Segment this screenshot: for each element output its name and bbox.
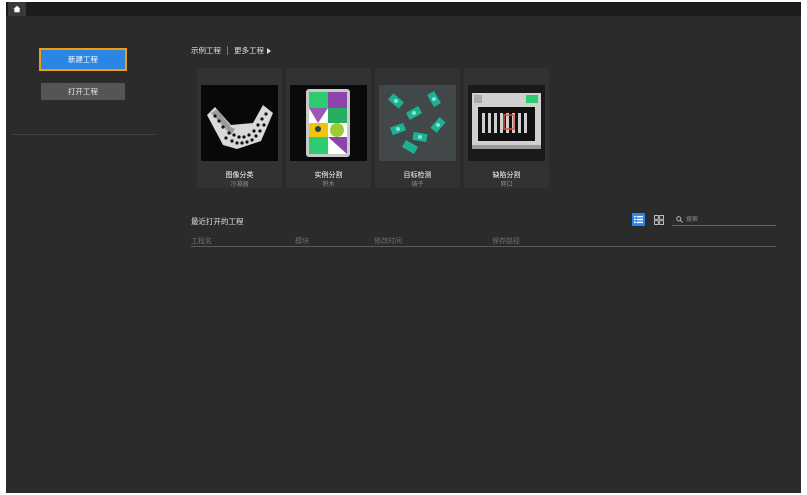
tab-bar bbox=[6, 2, 801, 16]
example-card-object-detection[interactable]: 目标检测 铸子 bbox=[375, 68, 460, 188]
column-save-path[interactable]: 保存路径 bbox=[492, 236, 520, 246]
caret-right-icon bbox=[267, 47, 271, 54]
example-card-subtitle: 铸子 bbox=[411, 181, 424, 188]
classification-thumbnail bbox=[201, 85, 278, 161]
new-project-button[interactable]: 新建工程 bbox=[39, 48, 127, 71]
search-input[interactable] bbox=[686, 216, 774, 223]
app-window: 新建工程 打开工程 示例工程 更多工程 图像分类 冷凝器 实例分割 积木 目标检… bbox=[6, 2, 801, 493]
example-card-subtitle: 网口 bbox=[500, 181, 513, 188]
defect-segmentation-thumbnail bbox=[468, 85, 545, 161]
section-tabs: 示例工程 更多工程 bbox=[191, 45, 271, 56]
home-icon bbox=[13, 5, 21, 13]
instance-segmentation-thumbnail bbox=[290, 85, 367, 161]
column-project-name[interactable]: 工程名 bbox=[191, 236, 212, 246]
open-project-button[interactable]: 打开工程 bbox=[41, 83, 125, 100]
search-box[interactable] bbox=[672, 214, 776, 226]
search-icon bbox=[676, 216, 683, 223]
example-cards: 图像分类 冷凝器 实例分割 积木 目标检测 铸子 缺陷分割 网口 bbox=[197, 68, 549, 188]
recent-projects-title: 最近打开的工程 bbox=[191, 217, 244, 226]
tab-example-projects[interactable]: 示例工程 bbox=[191, 45, 221, 56]
column-modified-time[interactable]: 修改时间 bbox=[374, 236, 402, 246]
column-module[interactable]: 模块 bbox=[295, 236, 309, 246]
tab-separator bbox=[227, 46, 228, 55]
example-card-classification[interactable]: 图像分类 冷凝器 bbox=[197, 68, 282, 188]
home-tab[interactable] bbox=[8, 2, 26, 16]
grid-view-button[interactable] bbox=[652, 213, 665, 226]
recent-projects-table-header: 工程名 模块 修改时间 保存路径 bbox=[191, 236, 776, 247]
sidebar: 新建工程 打开工程 bbox=[6, 16, 156, 493]
sidebar-divider bbox=[12, 134, 155, 135]
example-card-subtitle: 积木 bbox=[322, 181, 335, 188]
list-view-button[interactable] bbox=[632, 213, 645, 226]
example-card-subtitle: 冷凝器 bbox=[230, 181, 249, 188]
tab-more-projects[interactable]: 更多工程 bbox=[234, 45, 264, 56]
example-card-defect-segmentation[interactable]: 缺陷分割 网口 bbox=[464, 68, 549, 188]
main-content: 示例工程 更多工程 图像分类 冷凝器 实例分割 积木 目标检测 铸子 缺陷分割 … bbox=[156, 16, 801, 493]
grid-view-icon bbox=[653, 214, 664, 225]
list-view-icon bbox=[634, 215, 643, 224]
object-detection-thumbnail bbox=[379, 85, 456, 161]
example-card-instance-segmentation[interactable]: 实例分割 积木 bbox=[286, 68, 371, 188]
